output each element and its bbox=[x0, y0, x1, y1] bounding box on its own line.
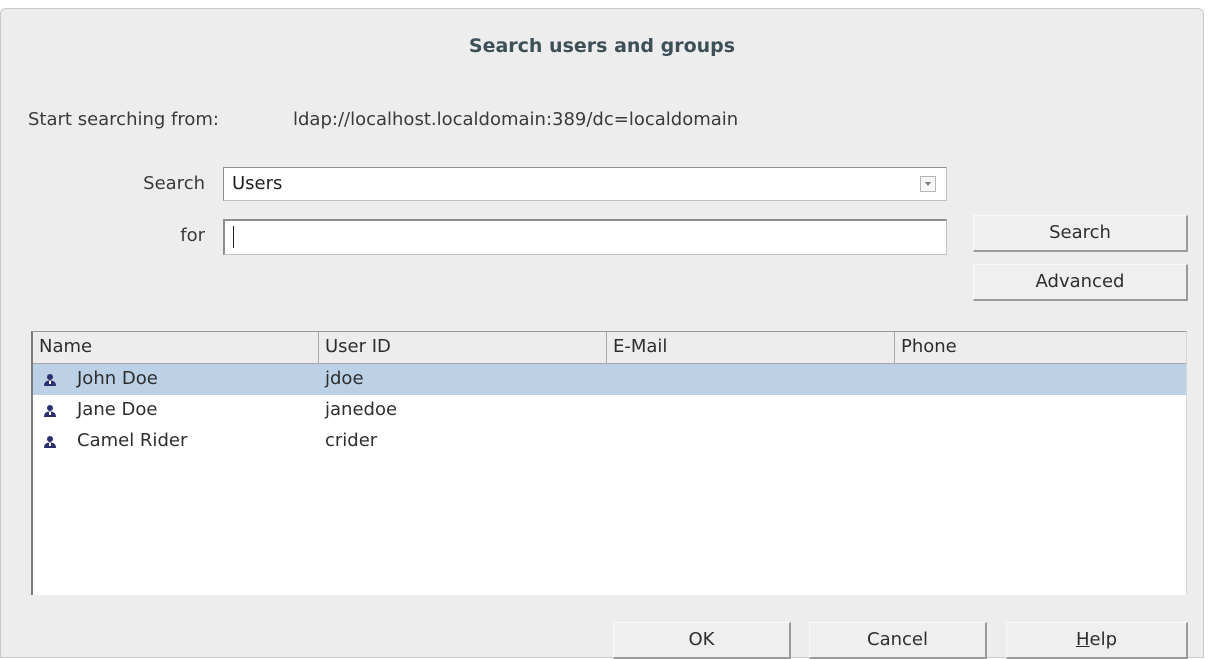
user-icon bbox=[44, 405, 56, 417]
search-dialog: Search users and groups Start searching … bbox=[0, 8, 1204, 659]
help-button[interactable]: Help bbox=[1006, 622, 1188, 659]
cell-user-id: crider bbox=[325, 430, 378, 451]
dialog-title: Search users and groups bbox=[468, 35, 736, 57]
cell-name: John Doe bbox=[77, 368, 158, 389]
ok-button[interactable]: OK bbox=[613, 622, 791, 659]
cell-user-id: jdoe bbox=[325, 368, 364, 389]
search-for-label: for bbox=[180, 225, 205, 246]
cell-user-id: janedoe bbox=[325, 399, 398, 420]
search-type-value: Users bbox=[232, 173, 283, 194]
advanced-button[interactable]: Advanced bbox=[973, 264, 1188, 301]
user-icon bbox=[44, 374, 56, 386]
start-searching-value: ldap://localhost.localdomain:389/dc=loca… bbox=[293, 109, 739, 130]
chevron-down-icon[interactable] bbox=[920, 176, 936, 192]
table-row[interactable]: Jane Doe janedoe bbox=[33, 395, 1186, 426]
column-header-user-id[interactable]: User ID bbox=[319, 332, 607, 363]
results-table[interactable]: Name User ID E-Mail Phone John Doe jdoe … bbox=[31, 331, 1187, 595]
search-type-select[interactable]: Users bbox=[223, 167, 947, 201]
cell-name: Camel Rider bbox=[77, 430, 188, 451]
search-button[interactable]: Search bbox=[973, 215, 1188, 252]
search-for-input[interactable] bbox=[223, 219, 947, 255]
search-type-label: Search bbox=[143, 173, 205, 194]
cell-name: Jane Doe bbox=[77, 399, 158, 420]
table-row[interactable]: John Doe jdoe bbox=[33, 364, 1186, 395]
column-header-phone[interactable]: Phone bbox=[895, 332, 1185, 363]
start-searching-label: Start searching from: bbox=[28, 109, 219, 130]
table-header: Name User ID E-Mail Phone bbox=[33, 332, 1186, 364]
user-icon bbox=[44, 436, 56, 448]
column-header-email[interactable]: E-Mail bbox=[607, 332, 895, 363]
table-row[interactable]: Camel Rider crider bbox=[33, 426, 1186, 457]
column-header-name[interactable]: Name bbox=[33, 332, 319, 363]
text-cursor bbox=[233, 226, 234, 248]
cancel-button[interactable]: Cancel bbox=[809, 622, 987, 659]
